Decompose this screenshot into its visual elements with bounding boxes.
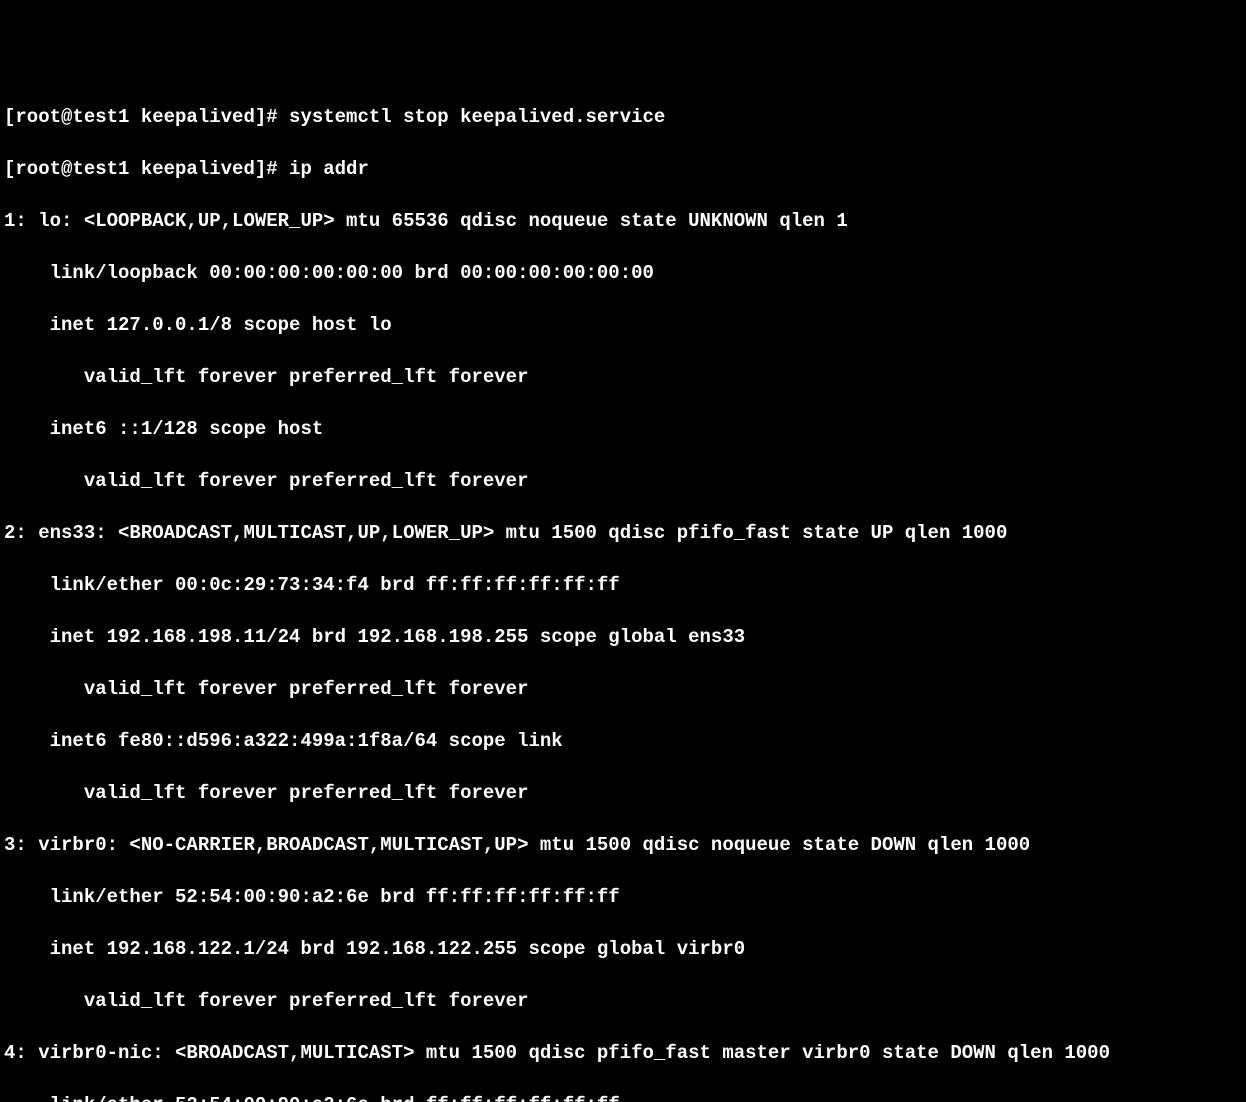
terminal-line: link/ether 52:54:00:90:a2:6e brd ff:ff:f… [4,884,1242,910]
terminal-line: link/loopback 00:00:00:00:00:00 brd 00:0… [4,260,1242,286]
terminal-line: 4: virbr0-nic: <BROADCAST,MULTICAST> mtu… [4,1040,1242,1066]
terminal-line: inet 192.168.122.1/24 brd 192.168.122.25… [4,936,1242,962]
terminal-line: inet6 ::1/128 scope host [4,416,1242,442]
terminal-line: inet 192.168.198.11/24 brd 192.168.198.2… [4,624,1242,650]
terminal-line: 2: ens33: <BROADCAST,MULTICAST,UP,LOWER_… [4,520,1242,546]
terminal-line: inet 127.0.0.1/8 scope host lo [4,312,1242,338]
terminal-line: 3: virbr0: <NO-CARRIER,BROADCAST,MULTICA… [4,832,1242,858]
terminal-line: valid_lft forever preferred_lft forever [4,676,1242,702]
terminal-line: valid_lft forever preferred_lft forever [4,364,1242,390]
terminal-line: [root@test1 keepalived]# ip addr [4,156,1242,182]
terminal-line: valid_lft forever preferred_lft forever [4,468,1242,494]
terminal-line: inet6 fe80::d596:a322:499a:1f8a/64 scope… [4,728,1242,754]
terminal-line: 1: lo: <LOOPBACK,UP,LOWER_UP> mtu 65536 … [4,208,1242,234]
terminal-line: valid_lft forever preferred_lft forever [4,780,1242,806]
terminal-line: link/ether 52:54:00:90:a2:6e brd ff:ff:f… [4,1092,1242,1102]
terminal-line: link/ether 00:0c:29:73:34:f4 brd ff:ff:f… [4,572,1242,598]
terminal-line: valid_lft forever preferred_lft forever [4,988,1242,1014]
terminal-line: [root@test1 keepalived]# systemctl stop … [4,104,1242,130]
